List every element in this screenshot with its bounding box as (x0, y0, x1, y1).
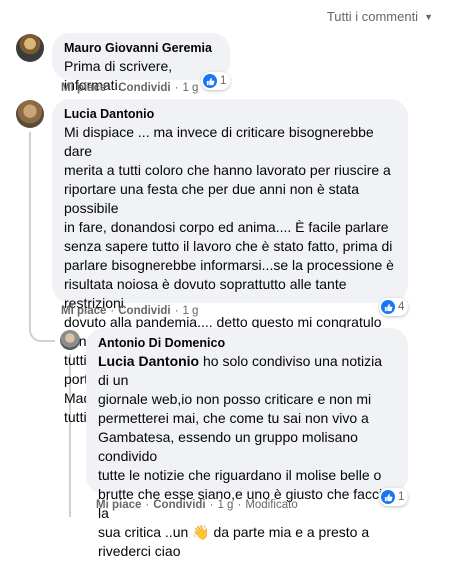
like-link[interactable]: Mi piace (96, 499, 141, 511)
comment-bubble: Antonio Di Domenico Lucia Dantonio ho so… (86, 328, 408, 559)
comment-author[interactable]: Mauro Giovanni Geremia (64, 40, 218, 56)
separator-dot: · (110, 305, 115, 317)
separator-dot: · (209, 499, 214, 511)
thread-line (29, 132, 31, 316)
comment-bubble: Lucia Dantonio Mi dispiace ... ma invece… (52, 99, 408, 425)
avatar[interactable] (16, 34, 44, 62)
comment-time[interactable]: 1 g (182, 82, 198, 94)
reaction-count[interactable]: 1 (379, 488, 409, 506)
edited-label[interactable]: Modificato (245, 499, 297, 511)
comment-actions: Mi piace · Condividi · 1 g (61, 82, 198, 94)
like-link[interactable]: Mi piace (61, 82, 106, 94)
share-link[interactable]: Condividi (118, 82, 170, 94)
thumbs-up-icon (381, 300, 395, 314)
avatar[interactable] (16, 100, 44, 128)
reaction-count[interactable]: 4 (379, 298, 409, 316)
comment-actions: Mi piace · Condividi · 1 g · Modificato (96, 499, 298, 511)
like-link[interactable]: Mi piace (61, 305, 106, 317)
comment-text-main: ho solo condiviso una notizia di un gior… (98, 353, 390, 540)
reaction-number: 4 (398, 301, 405, 313)
reaction-count[interactable]: 1 (201, 72, 231, 90)
avatar[interactable] (60, 330, 80, 350)
comment-author[interactable]: Lucia Dantonio (64, 106, 396, 122)
comment-time[interactable]: 1 g (217, 499, 233, 511)
separator-dot: · (110, 82, 115, 94)
mention-tag[interactable]: Lucia Dantonio (98, 353, 199, 369)
separator-dot: · (174, 82, 179, 94)
comment-bubble: Mauro Giovanni Geremia Prima di scrivere… (52, 33, 230, 93)
waving-hand-emoji: 👋 (192, 524, 210, 540)
sort-label: Tutti i commenti (326, 9, 419, 24)
comment-actions: Mi piace · Condividi · 1 g (61, 305, 198, 317)
reaction-number: 1 (220, 75, 227, 87)
thumbs-up-icon (381, 490, 395, 504)
share-link[interactable]: Condividi (118, 305, 170, 317)
thread-connector (29, 316, 55, 342)
share-link[interactable]: Condividi (153, 499, 205, 511)
thumbs-up-icon (203, 74, 217, 88)
comment-text: Lucia Dantonio ho solo condiviso una not… (98, 352, 396, 561)
sort-comments-dropdown[interactable]: Tutti i commenti ▼ (327, 9, 433, 24)
separator-dot: · (237, 499, 242, 511)
comment-author[interactable]: Antonio Di Domenico (98, 335, 396, 351)
separator-dot: · (145, 499, 150, 511)
comment-time[interactable]: 1 g (182, 305, 198, 317)
separator-dot: · (174, 305, 179, 317)
reaction-number: 1 (398, 491, 405, 503)
caret-down-icon: ▼ (424, 11, 433, 22)
